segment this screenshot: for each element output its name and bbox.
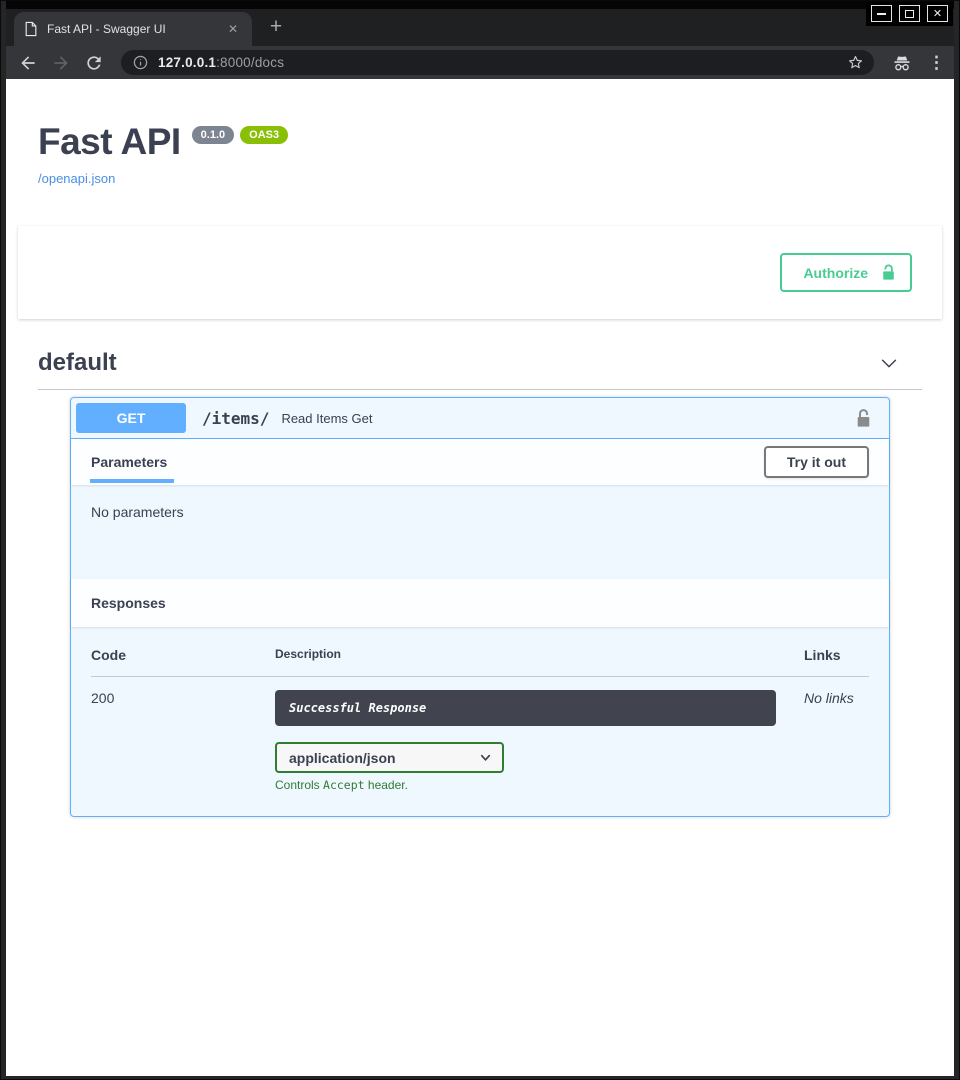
tag-header-default[interactable]: default — [38, 345, 922, 390]
window-titlebar — [6, 1, 954, 9]
tag-name: default — [38, 349, 117, 377]
maximize-button[interactable] — [899, 5, 920, 22]
incognito-icon — [890, 52, 914, 74]
back-arrow-icon — [18, 53, 38, 73]
url-path: :8000/docs — [216, 55, 284, 70]
tab-title: Fast API - Swagger UI — [47, 22, 224, 36]
responses-table: Code Description Links 200 Successful Re… — [91, 647, 869, 792]
tab-parameters[interactable]: Parameters — [91, 454, 167, 470]
openapi-spec-link[interactable]: /openapi.json — [38, 171, 115, 186]
response-code-cell: 200 — [91, 677, 275, 792]
media-type-select[interactable]: application/json — [275, 742, 504, 773]
forward-arrow-icon — [51, 53, 71, 73]
minimize-icon — [877, 13, 886, 15]
media-type-value: application/json — [289, 750, 396, 766]
scheme-container: Authorize — [18, 226, 942, 319]
accept-note-code: Accept — [323, 778, 365, 792]
unlocked-padlock-icon — [855, 408, 872, 429]
opblock-get-items: GET /items/ Read Items Get Parameters Tr… — [70, 397, 890, 817]
forward-button[interactable] — [51, 53, 71, 73]
maximize-icon — [905, 10, 914, 18]
column-header-description: Description — [275, 647, 804, 677]
chevron-down-icon[interactable] — [878, 352, 900, 374]
operation-summary[interactable]: GET /items/ Read Items Get — [71, 398, 889, 439]
bookmark-star-icon[interactable] — [847, 54, 864, 71]
column-header-links: Links — [804, 647, 869, 677]
browser-window: ✕ Fast API - Swagger UI ✕ + 127.0.0.1:80… — [0, 0, 960, 1080]
no-parameters-text: No parameters — [91, 504, 184, 520]
tab-strip: Fast API - Swagger UI ✕ + — [6, 9, 954, 46]
parameters-header: Parameters Try it out — [71, 439, 889, 485]
response-links-cell: No links — [804, 677, 869, 792]
accept-header-note: Controls Accept header. — [275, 778, 804, 792]
oas3-badge: OAS3 — [240, 126, 288, 144]
accept-note-suffix: header. — [365, 778, 408, 792]
try-it-out-button[interactable]: Try it out — [764, 446, 869, 478]
column-header-code: Code — [91, 647, 275, 677]
responses-header: Responses — [71, 579, 889, 627]
tab-close-icon[interactable]: ✕ — [224, 20, 242, 38]
operation-path: /items/ — [202, 409, 269, 428]
reload-button[interactable] — [84, 53, 104, 73]
reload-icon — [84, 53, 104, 73]
swagger-page: Fast API 0.1.0 OAS3 /openapi.json Author… — [6, 79, 954, 1076]
authorize-label: Authorize — [803, 265, 868, 281]
accept-note-prefix: Controls — [275, 778, 323, 792]
api-badges: 0.1.0 OAS3 — [192, 126, 288, 144]
document-icon — [24, 21, 38, 37]
response-description-text: Successful Response — [289, 701, 426, 715]
operation-summary-text: Read Items Get — [281, 411, 372, 426]
responses-body: Code Description Links 200 Successful Re… — [71, 627, 889, 816]
tag-section-default: default GET /items/ Read Items Get — [38, 345, 922, 817]
url-text: 127.0.0.1:8000/docs — [158, 55, 284, 70]
minimize-button[interactable] — [871, 5, 892, 22]
responses-title: Responses — [91, 595, 166, 611]
unlock-icon — [881, 263, 896, 282]
browser-toolbar: 127.0.0.1:8000/docs ⋮ — [6, 46, 954, 79]
response-description-cell: Successful Response application/json Con… — [275, 677, 804, 792]
version-badge: 0.1.0 — [192, 126, 234, 144]
response-code: 200 — [91, 690, 114, 706]
url-host: 127.0.0.1 — [158, 55, 216, 70]
window-controls: ✕ — [866, 2, 953, 26]
back-button[interactable] — [18, 53, 38, 73]
close-icon: ✕ — [933, 7, 942, 20]
close-window-button[interactable]: ✕ — [927, 5, 948, 22]
operation-auth-button[interactable] — [855, 408, 872, 429]
info-icon[interactable] — [133, 55, 148, 70]
response-links: No links — [804, 690, 854, 706]
select-chevron-icon — [479, 751, 492, 764]
browser-tab[interactable]: Fast API - Swagger UI ✕ — [14, 12, 252, 46]
authorize-button[interactable]: Authorize — [780, 253, 912, 292]
browser-menu-icon[interactable]: ⋮ — [928, 53, 942, 73]
new-tab-button[interactable]: + — [264, 16, 288, 40]
url-bar[interactable]: 127.0.0.1:8000/docs — [121, 50, 874, 75]
page-title: Fast API — [38, 123, 181, 160]
api-info: Fast API 0.1.0 OAS3 /openapi.json — [6, 79, 954, 188]
response-description-box: Successful Response — [275, 690, 776, 726]
method-badge-get: GET — [76, 403, 186, 433]
parameters-body: No parameters — [71, 485, 889, 579]
